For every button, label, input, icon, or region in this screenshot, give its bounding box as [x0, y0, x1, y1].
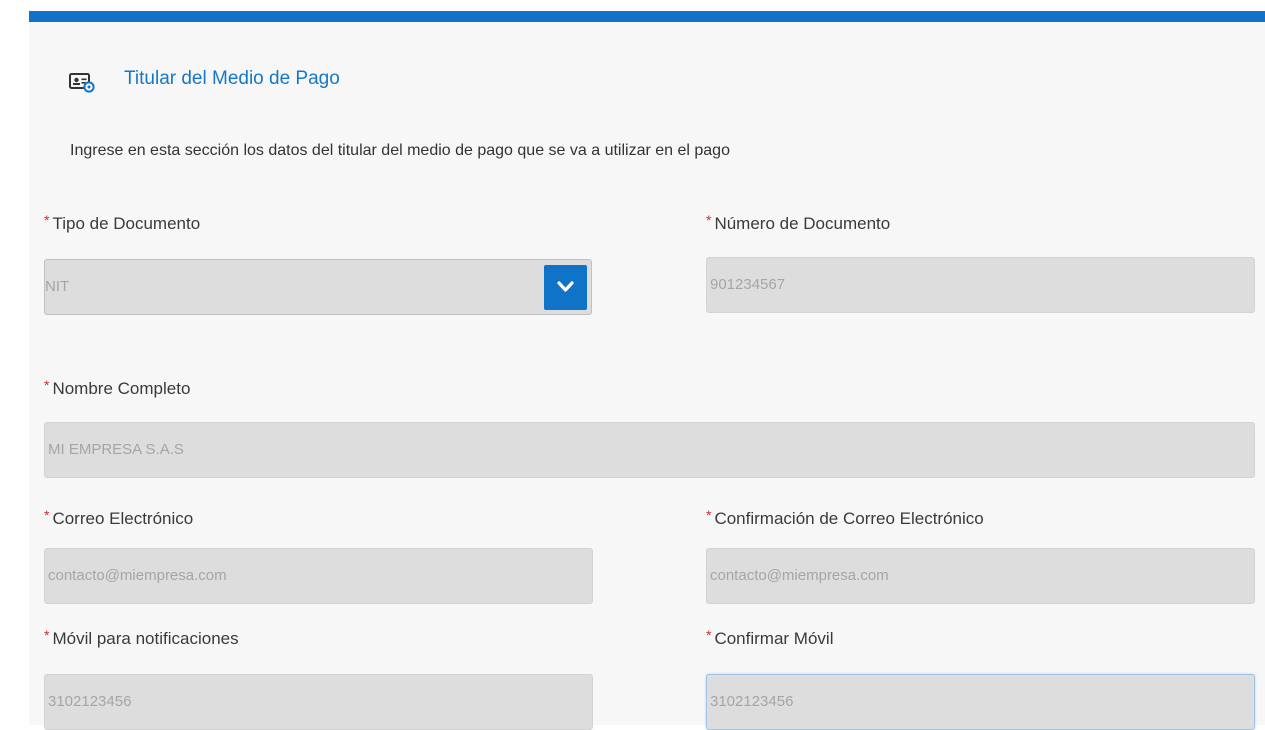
required-marker: *: [706, 507, 712, 523]
numero-documento-label: * Número de Documento: [706, 212, 891, 233]
chevron-down-icon: [557, 281, 574, 292]
required-marker: *: [44, 212, 50, 228]
tipo-documento-label: * Tipo de Documento: [44, 212, 201, 233]
movil-label: * Móvil para notificaciones: [44, 627, 239, 648]
confirmacion-correo-label: * Confirmación de Correo Electrónico: [706, 507, 984, 528]
required-marker: *: [44, 507, 50, 523]
id-card-icon: [69, 73, 95, 93]
numero-documento-field[interactable]: 901234567: [706, 257, 1255, 313]
section-title: Titular del Medio de Pago: [124, 68, 340, 89]
nombre-completo-label: * Nombre Completo: [44, 377, 191, 398]
section-description: Ingrese en esta sección los datos del ti…: [70, 142, 730, 159]
tipo-documento-value: NIT: [45, 278, 70, 295]
confirmar-movil-field[interactable]: 3102123456: [706, 674, 1255, 730]
correo-field[interactable]: contacto@miempresa.com: [44, 548, 593, 604]
tipo-documento-select[interactable]: NIT: [44, 259, 592, 315]
required-marker: *: [44, 377, 50, 393]
correo-label: * Correo Electrónico: [44, 507, 194, 528]
payment-holder-panel: Titular del Medio de Pago Ingrese en est…: [29, 11, 1265, 730]
select-dropdown-button[interactable]: [544, 265, 587, 310]
required-marker: *: [706, 212, 712, 228]
required-marker: *: [44, 627, 50, 643]
nombre-completo-field[interactable]: MI EMPRESA S.A.S: [44, 422, 1255, 478]
confirmar-movil-label: * Confirmar Móvil: [706, 627, 834, 648]
required-marker: *: [706, 627, 712, 643]
confirmacion-correo-field[interactable]: contacto@miempresa.com: [706, 548, 1255, 604]
movil-field[interactable]: 3102123456: [44, 674, 593, 730]
